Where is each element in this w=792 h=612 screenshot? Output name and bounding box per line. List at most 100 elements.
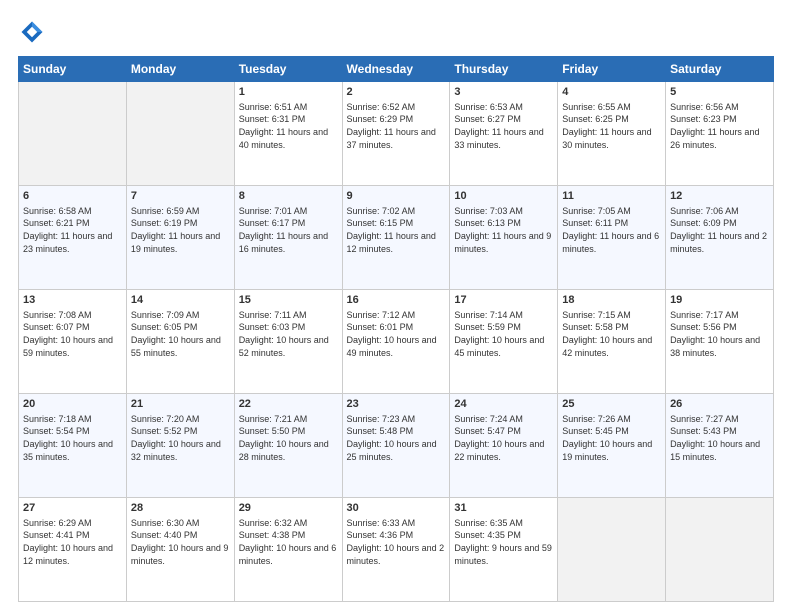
week-row-3: 13Sunrise: 7:08 AM Sunset: 6:07 PM Dayli…	[19, 290, 774, 394]
day-number: 11	[562, 189, 661, 204]
day-info: Sunrise: 7:18 AM Sunset: 5:54 PM Dayligh…	[23, 413, 122, 463]
calendar-cell: 5Sunrise: 6:56 AM Sunset: 6:23 PM Daylig…	[666, 82, 774, 186]
day-number: 1	[239, 85, 338, 100]
weekday-header-saturday: Saturday	[666, 57, 774, 82]
calendar-cell: 11Sunrise: 7:05 AM Sunset: 6:11 PM Dayli…	[558, 186, 666, 290]
day-info: Sunrise: 7:02 AM Sunset: 6:15 PM Dayligh…	[347, 205, 446, 255]
day-number: 10	[454, 189, 553, 204]
day-info: Sunrise: 6:33 AM Sunset: 4:36 PM Dayligh…	[347, 517, 446, 567]
day-number: 29	[239, 501, 338, 516]
day-info: Sunrise: 7:05 AM Sunset: 6:11 PM Dayligh…	[562, 205, 661, 255]
calendar-cell: 1Sunrise: 6:51 AM Sunset: 6:31 PM Daylig…	[234, 82, 342, 186]
day-number: 14	[131, 293, 230, 308]
calendar-cell: 26Sunrise: 7:27 AM Sunset: 5:43 PM Dayli…	[666, 394, 774, 498]
day-info: Sunrise: 6:30 AM Sunset: 4:40 PM Dayligh…	[131, 517, 230, 567]
calendar-cell: 10Sunrise: 7:03 AM Sunset: 6:13 PM Dayli…	[450, 186, 558, 290]
weekday-header-monday: Monday	[126, 57, 234, 82]
calendar-cell: 6Sunrise: 6:58 AM Sunset: 6:21 PM Daylig…	[19, 186, 127, 290]
calendar-cell: 8Sunrise: 7:01 AM Sunset: 6:17 PM Daylig…	[234, 186, 342, 290]
calendar-cell: 28Sunrise: 6:30 AM Sunset: 4:40 PM Dayli…	[126, 498, 234, 602]
weekday-header-friday: Friday	[558, 57, 666, 82]
calendar-cell: 15Sunrise: 7:11 AM Sunset: 6:03 PM Dayli…	[234, 290, 342, 394]
calendar-cell: 14Sunrise: 7:09 AM Sunset: 6:05 PM Dayli…	[126, 290, 234, 394]
day-info: Sunrise: 7:20 AM Sunset: 5:52 PM Dayligh…	[131, 413, 230, 463]
day-number: 22	[239, 397, 338, 412]
day-number: 25	[562, 397, 661, 412]
day-number: 19	[670, 293, 769, 308]
day-info: Sunrise: 6:35 AM Sunset: 4:35 PM Dayligh…	[454, 517, 553, 567]
header	[18, 18, 774, 46]
calendar-cell: 23Sunrise: 7:23 AM Sunset: 5:48 PM Dayli…	[342, 394, 450, 498]
calendar-table: SundayMondayTuesdayWednesdayThursdayFrid…	[18, 56, 774, 602]
day-number: 31	[454, 501, 553, 516]
day-number: 28	[131, 501, 230, 516]
day-number: 16	[347, 293, 446, 308]
weekday-header-wednesday: Wednesday	[342, 57, 450, 82]
day-info: Sunrise: 7:09 AM Sunset: 6:05 PM Dayligh…	[131, 309, 230, 359]
day-number: 8	[239, 189, 338, 204]
calendar-cell: 13Sunrise: 7:08 AM Sunset: 6:07 PM Dayli…	[19, 290, 127, 394]
calendar-cell: 25Sunrise: 7:26 AM Sunset: 5:45 PM Dayli…	[558, 394, 666, 498]
day-info: Sunrise: 7:24 AM Sunset: 5:47 PM Dayligh…	[454, 413, 553, 463]
day-info: Sunrise: 7:12 AM Sunset: 6:01 PM Dayligh…	[347, 309, 446, 359]
day-info: Sunrise: 7:11 AM Sunset: 6:03 PM Dayligh…	[239, 309, 338, 359]
day-number: 13	[23, 293, 122, 308]
calendar-cell: 17Sunrise: 7:14 AM Sunset: 5:59 PM Dayli…	[450, 290, 558, 394]
weekday-header-tuesday: Tuesday	[234, 57, 342, 82]
calendar-cell	[19, 82, 127, 186]
calendar-cell: 2Sunrise: 6:52 AM Sunset: 6:29 PM Daylig…	[342, 82, 450, 186]
logo-icon	[18, 18, 46, 46]
day-number: 26	[670, 397, 769, 412]
day-info: Sunrise: 7:08 AM Sunset: 6:07 PM Dayligh…	[23, 309, 122, 359]
day-number: 18	[562, 293, 661, 308]
day-number: 30	[347, 501, 446, 516]
day-info: Sunrise: 7:23 AM Sunset: 5:48 PM Dayligh…	[347, 413, 446, 463]
week-row-4: 20Sunrise: 7:18 AM Sunset: 5:54 PM Dayli…	[19, 394, 774, 498]
day-number: 24	[454, 397, 553, 412]
calendar-cell: 29Sunrise: 6:32 AM Sunset: 4:38 PM Dayli…	[234, 498, 342, 602]
calendar-cell: 16Sunrise: 7:12 AM Sunset: 6:01 PM Dayli…	[342, 290, 450, 394]
day-info: Sunrise: 6:51 AM Sunset: 6:31 PM Dayligh…	[239, 101, 338, 151]
day-number: 15	[239, 293, 338, 308]
day-number: 5	[670, 85, 769, 100]
day-number: 4	[562, 85, 661, 100]
calendar-cell: 27Sunrise: 6:29 AM Sunset: 4:41 PM Dayli…	[19, 498, 127, 602]
weekday-header-thursday: Thursday	[450, 57, 558, 82]
day-info: Sunrise: 6:53 AM Sunset: 6:27 PM Dayligh…	[454, 101, 553, 151]
day-info: Sunrise: 7:06 AM Sunset: 6:09 PM Dayligh…	[670, 205, 769, 255]
calendar-cell	[126, 82, 234, 186]
day-info: Sunrise: 6:59 AM Sunset: 6:19 PM Dayligh…	[131, 205, 230, 255]
day-number: 23	[347, 397, 446, 412]
calendar-cell: 4Sunrise: 6:55 AM Sunset: 6:25 PM Daylig…	[558, 82, 666, 186]
calendar-cell: 9Sunrise: 7:02 AM Sunset: 6:15 PM Daylig…	[342, 186, 450, 290]
calendar-cell: 18Sunrise: 7:15 AM Sunset: 5:58 PM Dayli…	[558, 290, 666, 394]
page: SundayMondayTuesdayWednesdayThursdayFrid…	[0, 0, 792, 612]
weekday-header-sunday: Sunday	[19, 57, 127, 82]
day-number: 27	[23, 501, 122, 516]
day-info: Sunrise: 7:27 AM Sunset: 5:43 PM Dayligh…	[670, 413, 769, 463]
day-info: Sunrise: 7:26 AM Sunset: 5:45 PM Dayligh…	[562, 413, 661, 463]
day-info: Sunrise: 7:21 AM Sunset: 5:50 PM Dayligh…	[239, 413, 338, 463]
day-number: 9	[347, 189, 446, 204]
day-info: Sunrise: 6:52 AM Sunset: 6:29 PM Dayligh…	[347, 101, 446, 151]
day-number: 12	[670, 189, 769, 204]
calendar-cell: 22Sunrise: 7:21 AM Sunset: 5:50 PM Dayli…	[234, 394, 342, 498]
day-number: 21	[131, 397, 230, 412]
calendar-cell: 20Sunrise: 7:18 AM Sunset: 5:54 PM Dayli…	[19, 394, 127, 498]
calendar-cell: 24Sunrise: 7:24 AM Sunset: 5:47 PM Dayli…	[450, 394, 558, 498]
day-number: 6	[23, 189, 122, 204]
week-row-5: 27Sunrise: 6:29 AM Sunset: 4:41 PM Dayli…	[19, 498, 774, 602]
day-number: 17	[454, 293, 553, 308]
day-info: Sunrise: 6:55 AM Sunset: 6:25 PM Dayligh…	[562, 101, 661, 151]
day-info: Sunrise: 7:03 AM Sunset: 6:13 PM Dayligh…	[454, 205, 553, 255]
day-number: 20	[23, 397, 122, 412]
calendar-cell: 31Sunrise: 6:35 AM Sunset: 4:35 PM Dayli…	[450, 498, 558, 602]
day-number: 3	[454, 85, 553, 100]
calendar-cell: 7Sunrise: 6:59 AM Sunset: 6:19 PM Daylig…	[126, 186, 234, 290]
weekday-header-row: SundayMondayTuesdayWednesdayThursdayFrid…	[19, 57, 774, 82]
calendar-cell: 3Sunrise: 6:53 AM Sunset: 6:27 PM Daylig…	[450, 82, 558, 186]
calendar-cell	[666, 498, 774, 602]
week-row-1: 1Sunrise: 6:51 AM Sunset: 6:31 PM Daylig…	[19, 82, 774, 186]
day-number: 7	[131, 189, 230, 204]
calendar-cell: 12Sunrise: 7:06 AM Sunset: 6:09 PM Dayli…	[666, 186, 774, 290]
